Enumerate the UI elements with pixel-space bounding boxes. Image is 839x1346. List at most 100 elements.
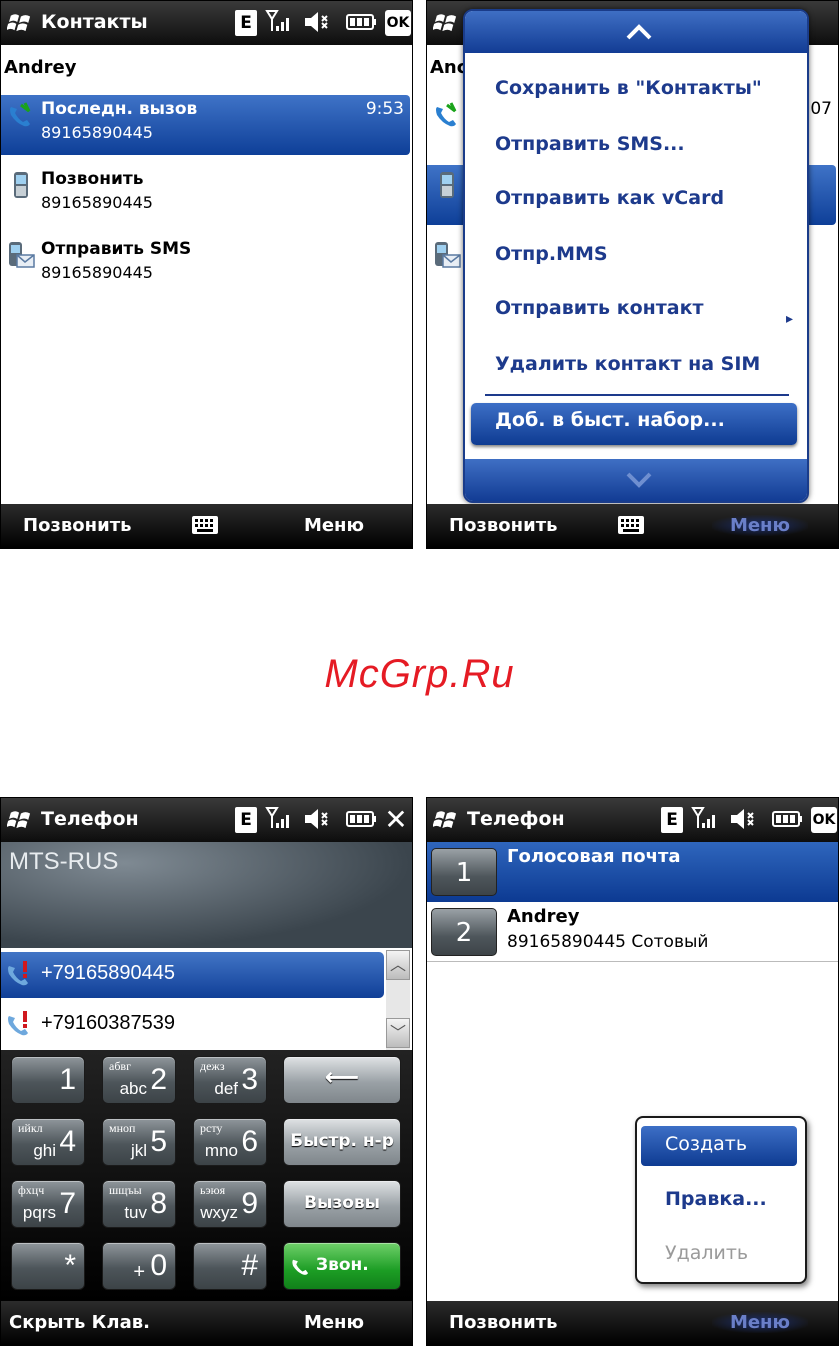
menu-send-mms[interactable]: Отпр.MMS <box>495 243 608 265</box>
softkey-hide-keypad[interactable]: Скрыть Клав. <box>9 1312 150 1333</box>
call-row[interactable]: Позвонить 89165890445 <box>1 165 412 225</box>
backspace-key[interactable]: ⟵ <box>283 1056 401 1104</box>
key-1[interactable]: 1 <box>11 1056 85 1104</box>
key-star[interactable]: * <box>11 1242 85 1290</box>
speed-dial-name: Andrey <box>507 906 580 927</box>
submenu-arrow-icon: ▸ <box>785 311 793 327</box>
menu-create[interactable]: Создать <box>641 1126 797 1166</box>
last-call-row[interactable]: Последн. вызов 9:53 89165890445 <box>1 95 410 155</box>
key-digit: 6 <box>241 1125 258 1158</box>
speed-dial-number: 1 <box>431 848 497 896</box>
key-letters-en: abc <box>119 1079 147 1098</box>
send-sms-row[interactable]: Отправить SMS 89165890445 <box>1 235 412 295</box>
softkey-menu-active[interactable]: Меню <box>711 1312 808 1333</box>
softkey-bar: Позвонить Меню <box>427 1301 838 1345</box>
recent-call-item[interactable]: +79160387539 <box>1 1002 384 1048</box>
menu-send-sms[interactable]: Отправить SMS... <box>495 133 685 155</box>
speed-dial-name: Голосовая почта <box>507 846 681 867</box>
key-letters-en: jkl <box>130 1141 147 1160</box>
menu-edit[interactable]: Правка... <box>665 1188 767 1210</box>
call-log-key[interactable]: Вызовы <box>283 1180 401 1228</box>
recent-call-number: +79165890445 <box>41 962 176 984</box>
chevron-up-icon[interactable]: ︿ <box>386 950 410 980</box>
signal-icon <box>266 807 290 829</box>
key-4[interactable]: ийкл ghi 4 <box>11 1118 85 1166</box>
softkey-bar: Позвонить Меню <box>1 504 412 548</box>
softkey-call[interactable]: Позвонить <box>449 515 558 536</box>
softkey-call[interactable]: Позвонить <box>449 1312 558 1333</box>
battery-icon <box>346 14 377 30</box>
menu-add-speed-dial[interactable]: Доб. в быст. набор... <box>471 403 797 445</box>
key-letters-en: ghi <box>33 1141 56 1160</box>
talk-key[interactable]: Звон. <box>283 1242 401 1290</box>
volume-muted-icon[interactable] <box>303 9 329 35</box>
windows-start-icon[interactable] <box>7 11 33 33</box>
menu-send-contact[interactable]: Отправить контакт <box>495 297 704 319</box>
speed-dial-entry[interactable]: 2 Andrey 89165890445 Сотовый <box>427 902 838 962</box>
app-title: Телефон <box>467 808 565 830</box>
key-letters-en: wxyz <box>200 1203 238 1222</box>
softkey-call[interactable]: Позвонить <box>23 515 132 536</box>
title-bar: Телефон E ✕ <box>1 798 412 842</box>
key-label: Быстр. н-р <box>290 1131 394 1151</box>
key-digit: 2 <box>150 1063 167 1096</box>
menu-delete-sim-contact[interactable]: Удалить контакт на SIM <box>495 353 760 375</box>
key-3[interactable]: дежз def 3 <box>193 1056 267 1104</box>
scrollbar[interactable]: ︿ ﹀ <box>386 950 410 1050</box>
key-0[interactable]: +0 <box>102 1242 176 1290</box>
row-number: 89165890445 <box>41 123 153 142</box>
key-7[interactable]: фхцч pqrs 7 <box>11 1180 85 1228</box>
menu-scroll-up[interactable] <box>465 11 807 53</box>
keyboard-icon[interactable] <box>617 515 645 535</box>
menu-delete: Удалить <box>665 1242 749 1264</box>
menu-send-vcard[interactable]: Отправить как vCard <box>495 187 724 209</box>
key-digit: 7 <box>59 1187 76 1220</box>
volume-muted-icon[interactable] <box>729 806 755 832</box>
menu-save-to-contacts[interactable]: Сохранить в "Контакты" <box>495 77 762 99</box>
phone-call-icon <box>434 101 458 128</box>
softkey-menu[interactable]: Меню <box>304 1312 364 1333</box>
windows-start-icon[interactable] <box>433 808 459 830</box>
chevron-down-icon[interactable]: ﹀ <box>386 1018 410 1048</box>
row-label: Отправить SMS <box>41 239 192 259</box>
key-letters-ru: ийкл <box>18 1121 43 1135</box>
key-digit: * <box>64 1249 76 1282</box>
keyboard-icon[interactable] <box>191 515 219 535</box>
key-letters-ru: абвг <box>109 1059 132 1073</box>
ok-button[interactable]: OK <box>811 807 837 833</box>
key-letters-en: tuv <box>124 1203 147 1222</box>
windows-start-icon[interactable] <box>7 808 33 830</box>
call-time: 9:53 <box>365 99 404 119</box>
softkey-menu[interactable]: Меню <box>304 515 364 536</box>
recent-call-item[interactable]: +79165890445 <box>1 952 384 998</box>
key-letters-ru: ьэюя <box>200 1183 226 1197</box>
key-6[interactable]: рсту mno 6 <box>193 1118 267 1166</box>
key-5[interactable]: мноп jkl 5 <box>102 1118 176 1166</box>
edge-indicator: E <box>235 10 257 36</box>
volume-muted-icon[interactable] <box>303 806 329 832</box>
key-hash[interactable]: # <box>193 1242 267 1290</box>
key-9[interactable]: ьэюя wxyz 9 <box>193 1180 267 1228</box>
softkey-bar: Позвонить Меню <box>427 504 838 548</box>
menu-scroll-down[interactable] <box>465 459 807 501</box>
softkey-menu-active[interactable]: Меню <box>711 515 808 536</box>
key-2[interactable]: абвг abc 2 <box>102 1056 176 1104</box>
app-title: Телефон <box>41 808 139 830</box>
row-number: 89165890445 <box>41 193 153 212</box>
key-letters-ru: шщъы <box>109 1183 142 1197</box>
windows-start-icon[interactable] <box>433 11 459 33</box>
title-bar: Контакты E OK <box>1 1 412 45</box>
key-label: Звон. <box>316 1255 369 1275</box>
signal-icon <box>266 10 290 32</box>
signal-icon <box>692 807 716 829</box>
carrier-display: MTS-RUS <box>1 842 412 948</box>
chevron-up-icon <box>626 24 652 40</box>
menu-divider <box>485 394 789 396</box>
speed-dial-key[interactable]: Быстр. н-р <box>283 1118 401 1166</box>
contact-name: Andrey <box>4 57 77 78</box>
key-digit: 9 <box>241 1187 258 1220</box>
speed-dial-entry[interactable]: 1 Голосовая почта <box>427 842 838 902</box>
key-8[interactable]: шщъы tuv 8 <box>102 1180 176 1228</box>
close-icon[interactable]: ✕ <box>383 806 409 834</box>
ok-button[interactable]: OK <box>385 10 411 36</box>
